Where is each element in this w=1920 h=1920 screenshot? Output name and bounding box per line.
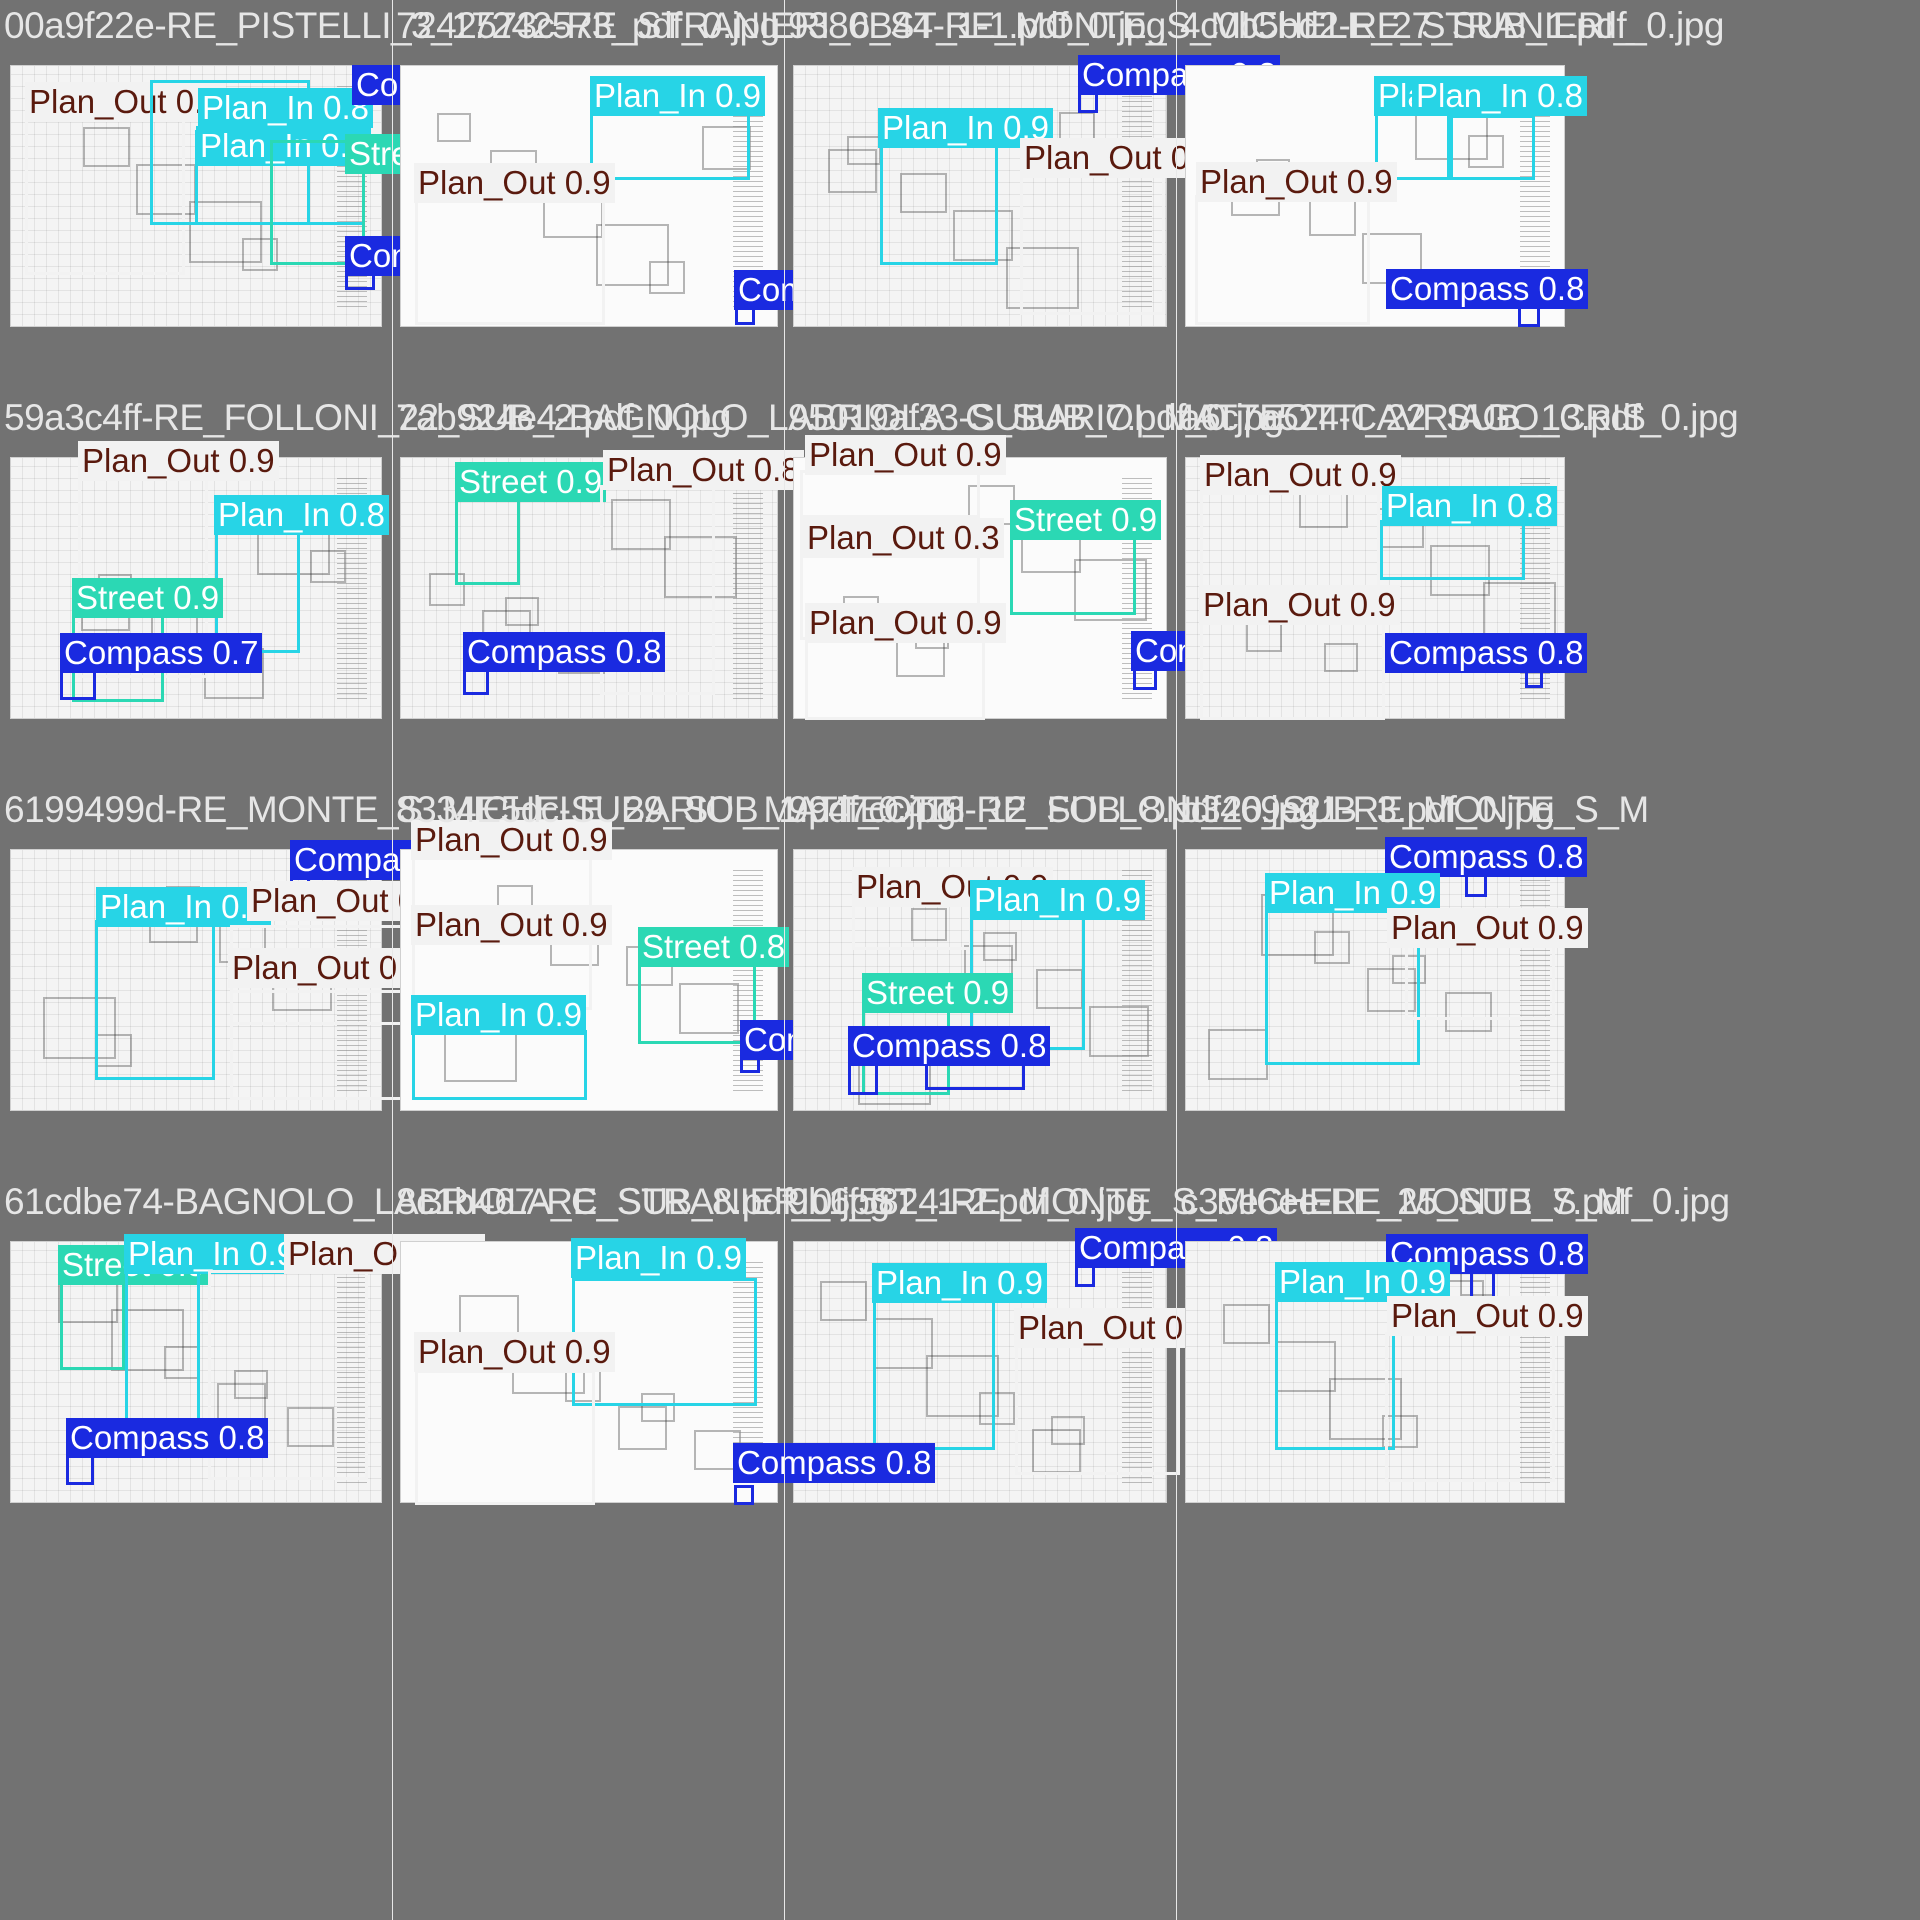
detection-label: Plan_In 0.8 (1412, 76, 1587, 116)
detection-label: Plan_Out 0.9 (1199, 585, 1400, 625)
detection-box-street (60, 1280, 125, 1370)
tile-filename: a6c7a524-CAVRIAGO_CRIS (1180, 397, 1646, 438)
detection-label: Street 0.9 (862, 973, 1014, 1013)
detection-box-street (455, 495, 520, 585)
plan-stroke (649, 261, 685, 294)
detection-label: Compass 0.8 (1385, 837, 1588, 877)
detection-label: Plan_In 0.9 (1265, 873, 1440, 913)
detection-box-compass (1075, 1265, 1095, 1287)
detection-label: Plan_Out 0.9 (414, 163, 615, 203)
detection-label: Compass 0.8 (463, 632, 666, 672)
detection-label: Compass 0.7 (60, 633, 263, 673)
detection-box-plan-out (800, 470, 980, 520)
plan-stroke (1208, 1029, 1268, 1080)
detection-label: Compass 0.8 (848, 1026, 1051, 1066)
detection-label: Plan_Out 0.9 (1200, 455, 1401, 495)
detection-box-plan-in (1275, 1295, 1395, 1450)
detection-label: Plan_In 0.9 (411, 995, 586, 1035)
detection-box-plan-in (1450, 115, 1535, 180)
detection-box-plan-in (125, 1270, 200, 1430)
detection-label: Compass 0.8 (66, 1418, 269, 1458)
detection-box-plan-out (415, 195, 605, 325)
detection-label: Plan_In 0.4 (96, 887, 271, 927)
plan-stroke (437, 113, 471, 142)
tile-divider (1176, 0, 1177, 1920)
detection-label: Plan_Out 0.9 (78, 441, 279, 481)
detection-mosaic: Plan_Out 0.4 Plan_In 0.8 Plan_In 0.5 Street… (0, 0, 1920, 1920)
detection-label: Plan_Out 0.9 (1387, 908, 1588, 948)
detection-box-plan-out (1385, 1332, 1555, 1482)
detection-label: Plan_In 0.9 (590, 76, 765, 116)
plan-stroke (820, 1281, 867, 1321)
detection-box-plan-in (880, 145, 998, 265)
detection-label: Plan_In 0.9 (970, 880, 1145, 920)
detection-box-plan-out (1195, 195, 1370, 325)
detection-box-plan-out (1020, 175, 1165, 315)
detection-label: Plan_Out 0.9 (414, 1332, 615, 1372)
plan-stroke (828, 149, 877, 193)
document-text-block (733, 477, 763, 699)
detection-label: Plan_In 0.9 (872, 1263, 1047, 1303)
detection-box-plan-in (873, 1300, 995, 1450)
detection-label: Plan_In 0.8 (198, 88, 373, 128)
detection-label: Compass 0.8 (1385, 633, 1588, 673)
detection-box-plan-out (1405, 940, 1555, 1020)
detection-label: Street 0.9 (72, 578, 224, 618)
tile-filename: 4c0b5bd2-RE_STRANIERI_ (1180, 5, 1634, 46)
detection-label: Plan_Out 0.9 (1196, 162, 1397, 202)
detection-label: Plan_In 0.8 (214, 495, 389, 535)
detection-label: Plan_Out 0.8 (603, 450, 804, 490)
detection-box-street (638, 960, 756, 1044)
detection-box-compass (734, 1485, 754, 1505)
detection-label: Plan_In 0.8 (1382, 486, 1557, 526)
tile-filename: b3469e21-RE_MONTE_S_M (1180, 789, 1649, 830)
plan-stroke (618, 1406, 667, 1450)
detection-box-plan-out (415, 1370, 595, 1505)
detection-label: Street 0.9 (455, 462, 607, 502)
tile-divider (392, 0, 393, 1920)
detection-label: Plan_In 0.9 (124, 1234, 299, 1274)
detection-box-plan-in (95, 920, 215, 1080)
detection-label: Plan_Out 0.9 (411, 905, 612, 945)
tile-divider (784, 0, 785, 1920)
detection-box-plan-in (1380, 520, 1525, 580)
mosaic-tile: Compass 0.8 Plan_In 0.9 Plan_Out 0.9 c35e6e… (1176, 1176, 1656, 1656)
detection-label: Compass 0.8 (733, 1443, 936, 1483)
detection-box-compass (66, 1455, 94, 1485)
detection-label: Plan_Out 0.9 (1387, 1296, 1588, 1336)
detection-label: Plan_Out 0.3 (803, 518, 1004, 558)
detection-box-plan-out (852, 900, 972, 950)
detection-label: Street 0.9 (1010, 500, 1162, 540)
detection-box-plan-out (230, 990, 410, 1100)
tile-filename: c35e6ee-RE_MONTE_S_M (1180, 1181, 1627, 1222)
detection-label: Plan_Out 0.9 (805, 603, 1006, 643)
detection-label: Plan_Out 0.9 (805, 435, 1006, 475)
detection-box-plan-out (805, 640, 985, 720)
detection-label: Plan_In 0.9 (571, 1238, 746, 1278)
plan-stroke (1223, 1304, 1270, 1344)
detection-box-plan-out (1200, 620, 1385, 720)
detection-label: Street 0.8 (638, 927, 790, 967)
detection-box-plan-out (1015, 1345, 1180, 1475)
detection-box-plan-in (412, 1030, 587, 1100)
detection-label: Compass 0.8 (1386, 269, 1589, 309)
detection-box-street (1010, 533, 1136, 615)
